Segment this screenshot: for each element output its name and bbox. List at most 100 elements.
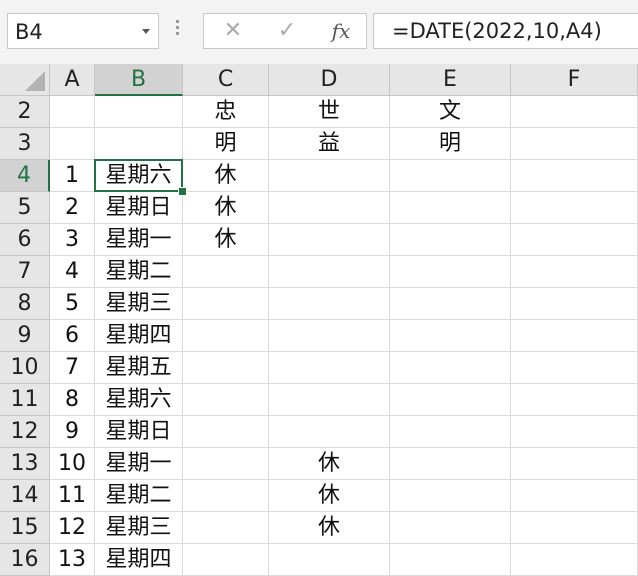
cell-b3[interactable]	[95, 128, 183, 160]
cell-c8[interactable]	[183, 288, 269, 320]
cell-b13[interactable]: 星期一	[95, 448, 183, 480]
cell-b9[interactable]: 星期四	[95, 320, 183, 352]
fill-handle[interactable]	[178, 187, 187, 196]
cell-c5[interactable]: 休	[183, 192, 269, 224]
cell-e4[interactable]	[390, 160, 511, 192]
cell-f12[interactable]	[511, 416, 638, 448]
cell-c4[interactable]: 休	[183, 160, 269, 192]
row-header-3[interactable]: 3	[0, 128, 50, 160]
cell-f6[interactable]	[511, 224, 638, 256]
cell-f4[interactable]	[511, 160, 638, 192]
cell-a7[interactable]: 4	[50, 256, 95, 288]
cell-f15[interactable]	[511, 512, 638, 544]
cell-e3[interactable]: 明	[390, 128, 511, 160]
cell-b2[interactable]	[95, 96, 183, 128]
cell-d4[interactable]	[269, 160, 390, 192]
cell-c7[interactable]	[183, 256, 269, 288]
cell-b11[interactable]: 星期六	[95, 384, 183, 416]
cell-b16[interactable]: 星期四	[95, 544, 183, 576]
row-header-9[interactable]: 9	[0, 320, 50, 352]
cell-c12[interactable]	[183, 416, 269, 448]
cell-e11[interactable]	[390, 384, 511, 416]
row-header-5[interactable]: 5	[0, 192, 50, 224]
cell-a10[interactable]: 7	[50, 352, 95, 384]
cell-d11[interactable]	[269, 384, 390, 416]
cell-a13[interactable]: 10	[50, 448, 95, 480]
cell-b14[interactable]: 星期二	[95, 480, 183, 512]
cell-c2[interactable]: 忠	[183, 96, 269, 128]
chevron-down-icon[interactable]	[142, 29, 150, 34]
cell-b15[interactable]: 星期三	[95, 512, 183, 544]
cell-b10[interactable]: 星期五	[95, 352, 183, 384]
cell-c13[interactable]	[183, 448, 269, 480]
cell-c15[interactable]	[183, 512, 269, 544]
cell-e6[interactable]	[390, 224, 511, 256]
cell-d12[interactable]	[269, 416, 390, 448]
cell-a8[interactable]: 5	[50, 288, 95, 320]
cell-a6[interactable]: 3	[50, 224, 95, 256]
cell-d13[interactable]: 休	[269, 448, 390, 480]
row-header-15[interactable]: 15	[0, 512, 50, 544]
cell-e13[interactable]	[390, 448, 511, 480]
cell-e16[interactable]	[390, 544, 511, 576]
row-header-8[interactable]: 8	[0, 288, 50, 320]
cell-d15[interactable]: 休	[269, 512, 390, 544]
formula-input[interactable]: =DATE(2022,10,A4)	[373, 13, 638, 49]
cell-f5[interactable]	[511, 192, 638, 224]
select-all-button[interactable]	[0, 64, 50, 96]
row-header-7[interactable]: 7	[0, 256, 50, 288]
cell-d16[interactable]	[269, 544, 390, 576]
cell-a15[interactable]: 12	[50, 512, 95, 544]
cell-a14[interactable]: 11	[50, 480, 95, 512]
vertical-dots-icon[interactable]	[176, 20, 180, 44]
cell-e5[interactable]	[390, 192, 511, 224]
cell-e2[interactable]: 文	[390, 96, 511, 128]
row-header-4[interactable]: 4	[0, 160, 50, 192]
cell-f10[interactable]	[511, 352, 638, 384]
cell-a5[interactable]: 2	[50, 192, 95, 224]
column-header-d[interactable]: D	[269, 64, 390, 96]
enter-icon[interactable]: ✓	[262, 14, 312, 48]
cell-b7[interactable]: 星期二	[95, 256, 183, 288]
row-header-13[interactable]: 13	[0, 448, 50, 480]
row-header-16[interactable]: 16	[0, 544, 50, 576]
cell-b8[interactable]: 星期三	[95, 288, 183, 320]
cell-a2[interactable]	[50, 96, 95, 128]
cancel-icon[interactable]: ✕	[208, 14, 258, 48]
cell-c3[interactable]: 明	[183, 128, 269, 160]
cell-a4[interactable]: 1	[50, 160, 95, 192]
column-header-f[interactable]: F	[511, 64, 638, 96]
cell-e7[interactable]	[390, 256, 511, 288]
cell-e9[interactable]	[390, 320, 511, 352]
cell-c11[interactable]	[183, 384, 269, 416]
cell-d5[interactable]	[269, 192, 390, 224]
cell-e14[interactable]	[390, 480, 511, 512]
cell-d3[interactable]: 益	[269, 128, 390, 160]
cell-f3[interactable]	[511, 128, 638, 160]
row-header-10[interactable]: 10	[0, 352, 50, 384]
column-header-e[interactable]: E	[390, 64, 511, 96]
cell-a11[interactable]: 8	[50, 384, 95, 416]
cell-e8[interactable]	[390, 288, 511, 320]
row-header-2[interactable]: 2	[0, 96, 50, 128]
cell-f9[interactable]	[511, 320, 638, 352]
row-header-12[interactable]: 12	[0, 416, 50, 448]
row-header-14[interactable]: 14	[0, 480, 50, 512]
column-header-b[interactable]: B	[95, 64, 183, 96]
cell-c9[interactable]	[183, 320, 269, 352]
cell-f16[interactable]	[511, 544, 638, 576]
cell-d6[interactable]	[269, 224, 390, 256]
cell-a3[interactable]	[50, 128, 95, 160]
cell-b12[interactable]: 星期日	[95, 416, 183, 448]
cell-c14[interactable]	[183, 480, 269, 512]
cell-a16[interactable]: 13	[50, 544, 95, 576]
cell-c16[interactable]	[183, 544, 269, 576]
cell-c6[interactable]: 休	[183, 224, 269, 256]
cell-d9[interactable]	[269, 320, 390, 352]
cell-d10[interactable]	[269, 352, 390, 384]
cell-d14[interactable]: 休	[269, 480, 390, 512]
cell-b5[interactable]: 星期日	[95, 192, 183, 224]
cell-b6[interactable]: 星期一	[95, 224, 183, 256]
row-header-6[interactable]: 6	[0, 224, 50, 256]
cell-e12[interactable]	[390, 416, 511, 448]
